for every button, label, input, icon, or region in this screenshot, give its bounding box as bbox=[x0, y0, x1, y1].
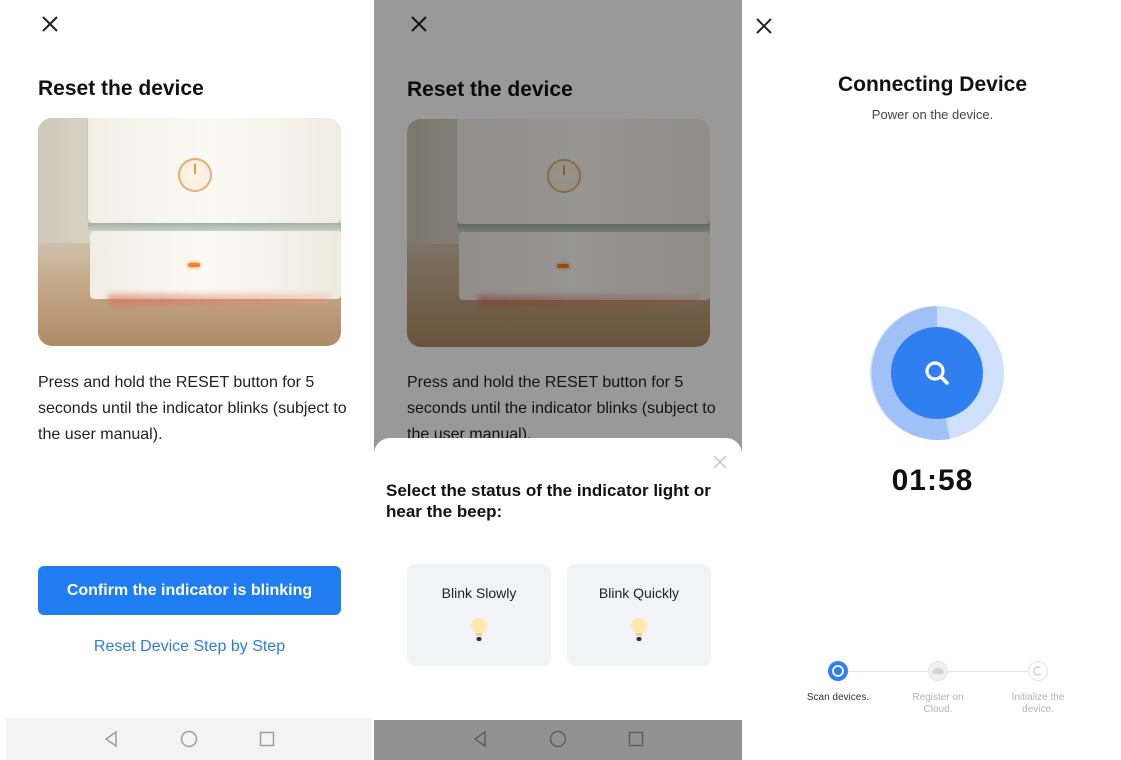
recents-nav-icon[interactable] bbox=[256, 728, 278, 750]
system-nav-bar bbox=[6, 718, 372, 760]
reset-step-by-step-link[interactable]: Reset Device Step by Step bbox=[38, 638, 341, 656]
blink-slowly-option[interactable]: Blink Slowly bbox=[407, 564, 551, 666]
close-icon[interactable] bbox=[752, 14, 776, 38]
bulb-icon bbox=[629, 616, 649, 644]
cloud-step-icon bbox=[928, 661, 948, 681]
step-label-register: Register on Cloud. bbox=[912, 692, 964, 715]
back-nav-icon[interactable] bbox=[100, 728, 122, 750]
reset-device-screen: Reset the device Press and hold the RESE… bbox=[6, 0, 372, 760]
close-sheet-icon[interactable] bbox=[710, 452, 730, 472]
connecting-device-screen: Connecting Device Power on the device. 0… bbox=[744, 0, 1121, 760]
power-button-icon bbox=[178, 158, 212, 192]
indicator-status-screen: Reset the device Press and hold the RESE… bbox=[374, 0, 742, 760]
confirm-blinking-button[interactable]: Confirm the indicator is blinking bbox=[38, 566, 341, 615]
bulb-icon bbox=[469, 616, 489, 644]
page-title: Connecting Device bbox=[837, 73, 1028, 96]
indicator-light bbox=[188, 263, 200, 267]
step-label-initialize: Initialize the device. bbox=[1011, 692, 1065, 715]
step-label-scan: Scan devices. bbox=[806, 692, 870, 703]
step-connector bbox=[848, 671, 938, 672]
device-photo bbox=[38, 118, 341, 346]
option-label: Blink Slowly bbox=[441, 585, 517, 601]
search-icon bbox=[922, 358, 952, 388]
option-label: Blink Quickly bbox=[598, 585, 680, 601]
step-connector bbox=[948, 671, 1038, 672]
page-title: Reset the device bbox=[38, 77, 204, 100]
indicator-status-sheet: Select the status of the indicator light… bbox=[374, 438, 742, 720]
scan-step-icon bbox=[828, 661, 848, 681]
page-subtitle: Power on the device. bbox=[871, 107, 994, 122]
countdown-timer: 01:58 bbox=[891, 464, 974, 497]
home-nav-icon[interactable] bbox=[178, 728, 200, 750]
initialize-step-icon bbox=[1028, 661, 1048, 681]
sheet-title: Select the status of the indicator light… bbox=[386, 481, 711, 521]
blink-quickly-option[interactable]: Blink Quickly bbox=[567, 564, 711, 666]
instructions-text: Press and hold the RESET button for 5 se… bbox=[38, 374, 347, 443]
close-icon[interactable] bbox=[38, 12, 62, 36]
